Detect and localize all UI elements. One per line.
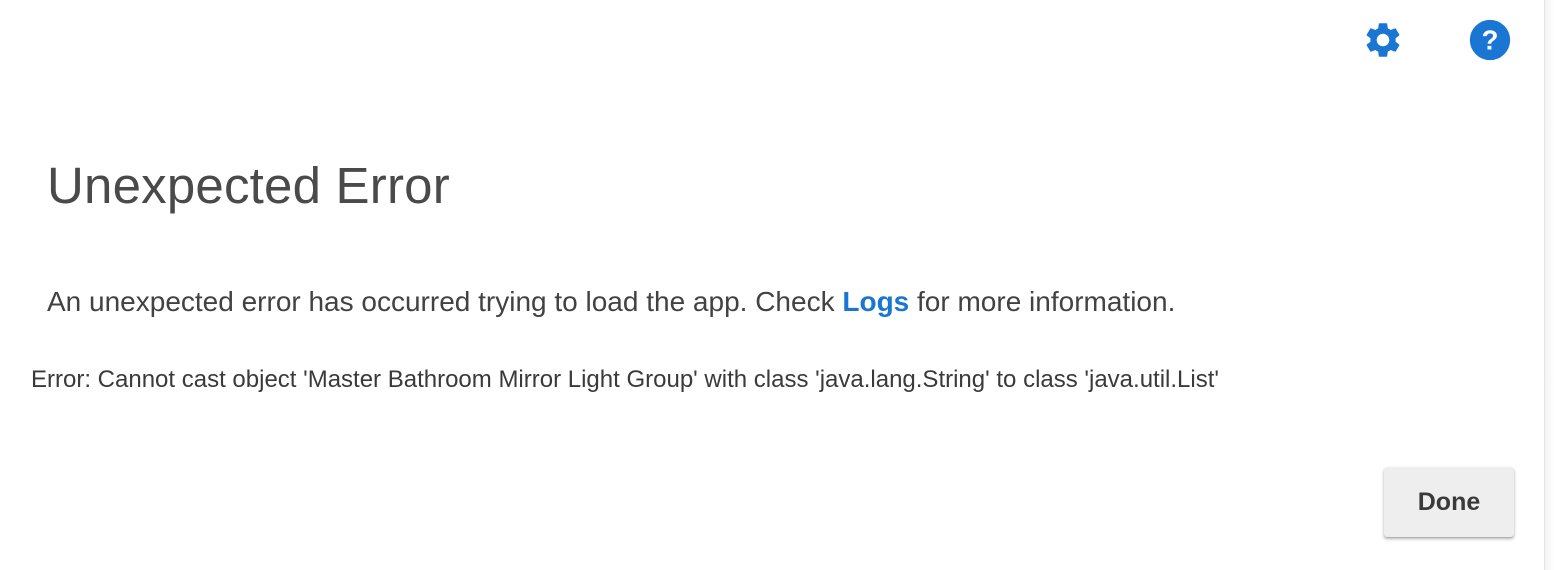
message-text-after: for more information. bbox=[909, 286, 1176, 317]
error-message: An unexpected error has occurred trying … bbox=[47, 286, 1175, 318]
message-text-before: An unexpected error has occurred trying … bbox=[47, 286, 843, 317]
page-title: Unexpected Error bbox=[47, 157, 450, 214]
help-button[interactable]: ? bbox=[1468, 18, 1512, 62]
error-detail: Error: Cannot cast object 'Master Bathro… bbox=[31, 366, 1219, 393]
done-button[interactable]: Done bbox=[1384, 467, 1514, 537]
error-page: ? Unexpected Error An unexpected error h… bbox=[0, 0, 1554, 570]
gear-icon bbox=[1362, 19, 1404, 61]
svg-text:?: ? bbox=[1482, 25, 1499, 56]
logs-link[interactable]: Logs bbox=[842, 286, 909, 317]
panel-edge bbox=[1544, 0, 1554, 570]
settings-button[interactable] bbox=[1361, 18, 1405, 62]
help-circle-icon: ? bbox=[1468, 18, 1512, 62]
